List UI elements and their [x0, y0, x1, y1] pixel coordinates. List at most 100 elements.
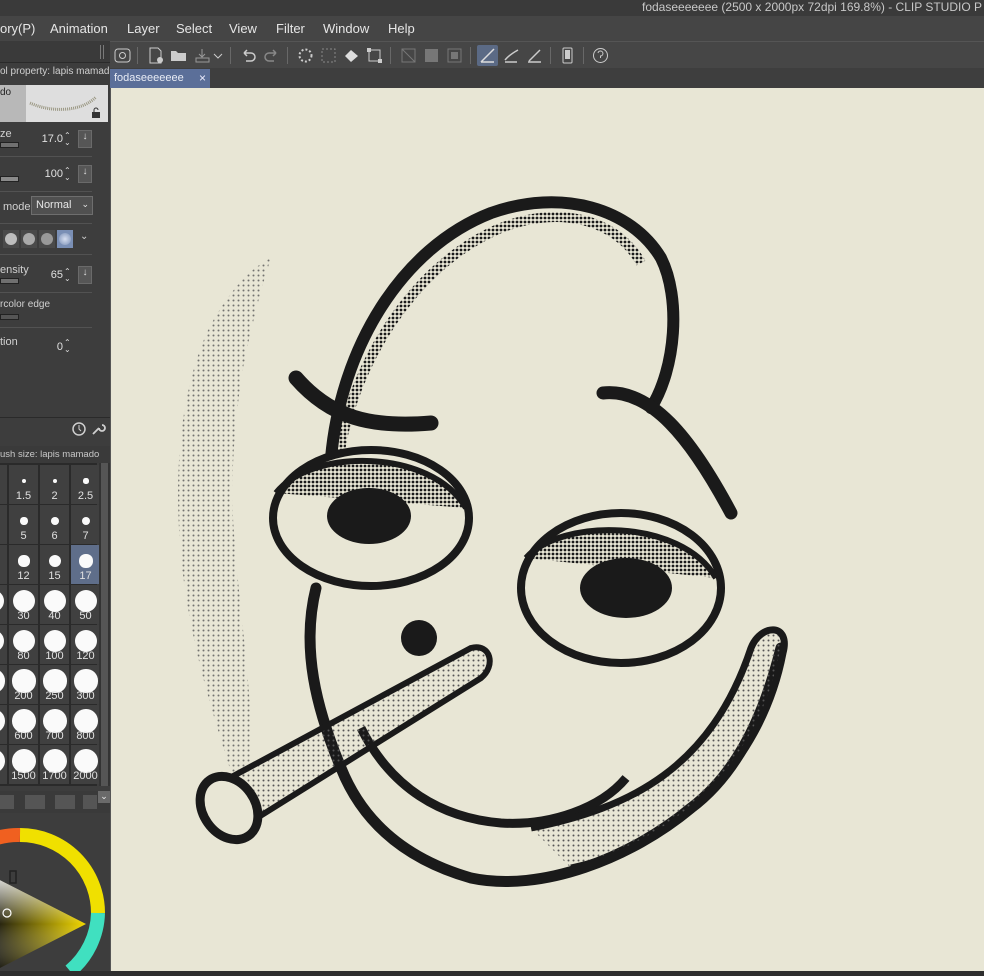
brush-size-cell[interactable]: 800 — [71, 705, 100, 744]
tip-shape-soft[interactable] — [39, 230, 55, 248]
open-folder-icon[interactable] — [168, 45, 189, 66]
stabilization-value[interactable]: 0 — [50, 341, 63, 353]
density-spinner[interactable]: ⌃ ⌄ — [64, 268, 72, 283]
help-icon[interactable] — [590, 45, 611, 66]
brush-size-cell[interactable] — [0, 665, 7, 704]
wrench-icon[interactable] — [90, 421, 106, 437]
drawing-canvas[interactable] — [110, 88, 984, 971]
device-icon[interactable] — [557, 45, 578, 66]
brush-size-cell[interactable]: 7 — [71, 505, 100, 544]
hue-marker[interactable] — [9, 870, 17, 884]
clip-studio-icon[interactable] — [112, 45, 133, 66]
brush-size-cell[interactable]: 1700 — [40, 745, 69, 784]
ruler-snap-icon[interactable] — [524, 45, 545, 66]
brush-size-cell[interactable]: 2000 — [71, 745, 100, 784]
brush-size-cell[interactable]: 80 — [9, 625, 38, 664]
brush-size-cell[interactable] — [0, 745, 7, 784]
tip-shape-gear[interactable] — [3, 230, 19, 248]
tip-shape-blur[interactable] — [57, 230, 73, 248]
brush-size-cell[interactable]: 1500 — [9, 745, 38, 784]
panel-grip[interactable] — [100, 45, 104, 59]
brush-size-cell[interactable]: 250 — [40, 665, 69, 704]
tab-icon[interactable] — [25, 795, 45, 809]
brush-snap-icon[interactable] — [501, 45, 522, 66]
new-file-icon[interactable] — [145, 45, 166, 66]
blend-mode-select[interactable]: Normal ⌄ — [31, 196, 93, 215]
size-spinner[interactable]: ⌃ ⌄ — [64, 132, 72, 147]
brush-size-cell[interactable]: 5 — [9, 505, 38, 544]
opacity-spinner[interactable]: ⌃ ⌄ — [64, 167, 72, 182]
undo-icon[interactable] — [238, 45, 259, 66]
dropdown-icon[interactable] — [212, 45, 224, 66]
brush-size-dot — [48, 554, 62, 568]
brush-size-cell[interactable]: 6 — [40, 505, 69, 544]
brush-size-cell[interactable]: 30 — [9, 585, 38, 624]
brush-size-cell[interactable]: 100 — [40, 625, 69, 664]
brush-size-cell[interactable]: 12 — [9, 545, 38, 584]
size-pin-button[interactable]: ↓ — [78, 130, 92, 148]
brush-size-cell[interactable]: 2.5 — [71, 465, 100, 504]
loading-icon[interactable] — [295, 45, 316, 66]
opacity-slider[interactable] — [0, 176, 19, 182]
brush-size-dot — [44, 590, 66, 612]
opacity-pin-button[interactable]: ↓ — [78, 165, 92, 183]
brush-size-cell[interactable] — [0, 705, 7, 744]
density-slider[interactable] — [0, 278, 19, 284]
brush-size-cell[interactable]: 700 — [40, 705, 69, 744]
menu-story[interactable]: ory(P) — [0, 21, 35, 36]
menu-view[interactable]: View — [229, 21, 257, 36]
title-bar: fodaseeeeeee (2500 x 2000px 72dpi 169.8%… — [0, 0, 984, 16]
tip-shape-hard[interactable] — [21, 230, 37, 248]
stabilization-spinner[interactable]: ⌃ ⌄ — [64, 339, 72, 354]
brush-size-cell[interactable]: 50 — [71, 585, 100, 624]
redo-icon[interactable] — [261, 45, 282, 66]
brush-size-cell[interactable]: 300 — [71, 665, 100, 704]
menu-filter[interactable]: Filter — [276, 21, 305, 36]
watercolor-edge-slider[interactable] — [0, 314, 19, 320]
density-value[interactable]: 65 — [40, 269, 63, 281]
opacity-value[interactable]: 100 — [40, 168, 63, 180]
tab-icon[interactable] — [0, 795, 14, 809]
brush-size-scrollbar[interactable] — [99, 463, 110, 786]
close-icon[interactable]: × — [199, 71, 206, 85]
fill-icon[interactable] — [341, 45, 362, 66]
brush-size-cell[interactable]: 15 — [40, 545, 69, 584]
menu-layer[interactable]: Layer — [127, 21, 160, 36]
chevron-down-icon[interactable]: ⌄ — [98, 791, 110, 803]
brush-size-cell[interactable]: 2 — [40, 465, 69, 504]
brush-size-cell[interactable]: 200 — [9, 665, 38, 704]
brush-size-cell[interactable]: 600 — [9, 705, 38, 744]
brush-size-cell[interactable] — [0, 585, 7, 624]
clock-icon[interactable] — [71, 421, 87, 437]
size-slider[interactable] — [0, 142, 19, 148]
menu-select[interactable]: Select — [176, 21, 212, 36]
selection-launcher-icon[interactable] — [318, 45, 339, 66]
clear-icon[interactable] — [421, 45, 442, 66]
lock-icon[interactable] — [90, 107, 102, 119]
divider — [0, 223, 92, 224]
brush-size-cell[interactable]: 120 — [71, 625, 100, 664]
brush-size-cell[interactable] — [0, 465, 7, 504]
brush-size-cell[interactable] — [0, 545, 7, 584]
tab-fodaseeeeeee[interactable]: fodaseeeeeee × — [110, 69, 210, 88]
transform-icon[interactable] — [364, 45, 385, 66]
brush-size-cell[interactable]: 1.5 — [9, 465, 38, 504]
brush-size-cell[interactable] — [0, 625, 7, 664]
brush-size-cell[interactable]: 17 — [71, 545, 100, 584]
tab-icon[interactable] — [83, 795, 97, 809]
clear-outside-icon[interactable] — [398, 45, 419, 66]
menu-window[interactable]: Window — [323, 21, 369, 36]
scrollbar-thumb[interactable] — [101, 463, 108, 786]
size-value[interactable]: 17.0 — [40, 133, 63, 145]
chevron-down-icon[interactable]: ⌄ — [80, 231, 88, 242]
menu-animation[interactable]: Animation — [50, 21, 108, 36]
draw-line-icon[interactable] — [477, 45, 498, 66]
fill-selection-icon[interactable] — [444, 45, 465, 66]
density-pin-button[interactable]: ↓ — [78, 266, 92, 284]
brush-size-cell[interactable] — [0, 505, 7, 544]
save-icon[interactable] — [192, 45, 213, 66]
menu-help[interactable]: Help — [388, 21, 415, 36]
color-wheel[interactable] — [0, 813, 110, 976]
brush-size-cell[interactable]: 40 — [40, 585, 69, 624]
tab-icon[interactable] — [55, 795, 75, 809]
